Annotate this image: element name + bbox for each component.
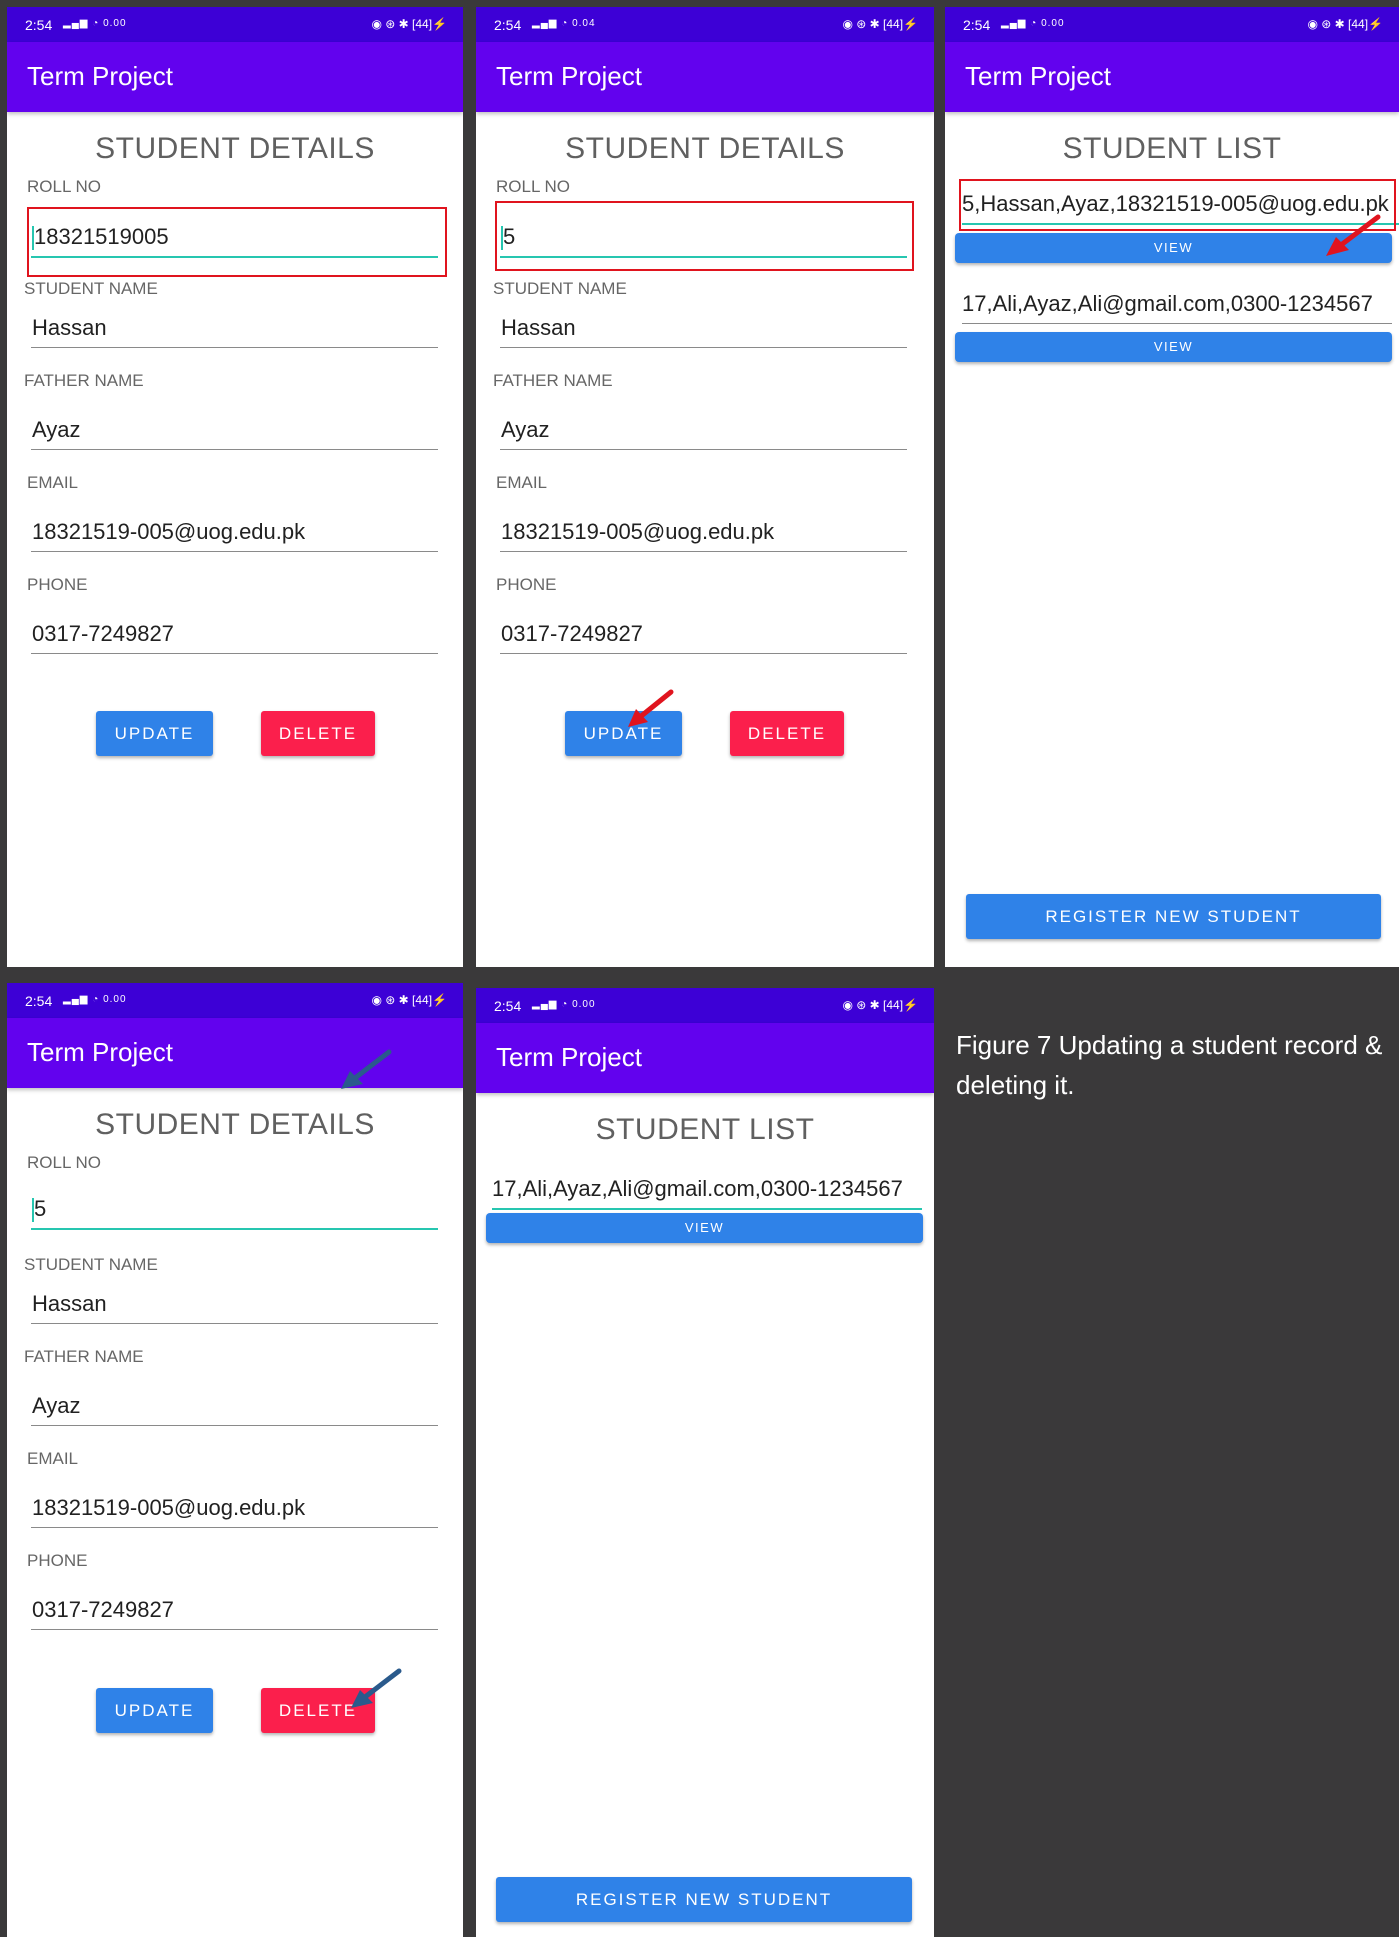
father-name-field[interactable]: Ayaz [500, 415, 907, 450]
screen-list-before: 2:54 ▂▄▆ ◔ 0.00 ◉ ⊛ ✱ [44]⚡ Term Project… [945, 7, 1399, 967]
phone-field[interactable]: 0317-7249827 [500, 619, 907, 654]
roll-no-label: ROLL NO [27, 1153, 102, 1172]
page-title: STUDENT DETAILS [95, 1108, 375, 1141]
view-button[interactable]: VIEW [486, 1213, 923, 1243]
status-bar: 2:54 ▂▄▆ ◔ 0.00 ◉ ⊛ ✱ [44]⚡ [476, 988, 934, 1023]
roll-no-label: ROLL NO [27, 177, 102, 196]
page-title: STUDENT LIST [1062, 132, 1282, 165]
battery-level: 44 [415, 17, 429, 31]
app-title: Term Project [27, 1037, 173, 1067]
father-name-label: FATHER NAME [24, 371, 144, 390]
email-label: EMAIL [27, 473, 79, 492]
red-arrow-icon [1326, 214, 1381, 256]
highlight-box [27, 207, 447, 277]
battery-level: 44 [886, 17, 900, 31]
status-bar: 2:54 ▂▄▆ ◔ 0.00 ◉ ⊛ ✱ [44]⚡ [7, 7, 463, 42]
student-name-field[interactable]: Hassan [31, 1289, 438, 1324]
signal-wifi-icons: ▂▄▆ ◔ 0.00 [63, 994, 127, 1005]
blue-arrow-icon [351, 1668, 402, 1708]
app-title: Term Project [496, 1042, 642, 1072]
list-item[interactable]: 17,Ali,Ayaz,Ali@gmail.com,0300-1234567 [962, 287, 1392, 324]
phone-label: PHONE [27, 575, 88, 594]
status-bar: 2:54 ▂▄▆ ◔ 0.00 ◉ ⊛ ✱ [44]⚡ [7, 983, 463, 1018]
screen-details-original: 2:54 ▂▄▆ ◔ 0.00 ◉ ⊛ ✱ [44]⚡ Term Project… [7, 7, 463, 967]
app-bar: Term Project [7, 42, 463, 112]
register-new-student-button[interactable]: REGISTER NEW STUDENT [966, 894, 1381, 939]
email-label: EMAIL [496, 473, 548, 492]
roll-no-value: 5 [34, 1196, 47, 1221]
status-time: 2:54 [963, 17, 991, 33]
student-name-label: STUDENT NAME [493, 279, 627, 298]
app-bar: Term Project [476, 42, 934, 112]
update-button[interactable]: UPDATE [96, 711, 213, 756]
email-field[interactable]: 18321519-005@uog.edu.pk [31, 517, 438, 552]
status-right-icons: ◉ ⊛ ✱ [44]⚡ [371, 993, 447, 1007]
status-time: 2:54 [494, 998, 522, 1014]
delete-button[interactable]: DELETE [730, 711, 844, 756]
phone-field[interactable]: 0317-7249827 [31, 619, 438, 654]
figure-caption: Figure 7 Updating a student record & del… [956, 1030, 1383, 1100]
roll-no-label: ROLL NO [496, 177, 571, 196]
email-label: EMAIL [27, 1449, 79, 1468]
update-button[interactable]: UPDATE [96, 1688, 213, 1733]
email-field[interactable]: 18321519-005@uog.edu.pk [31, 1493, 438, 1528]
status-right-icons: ◉ ⊛ ✱ [44]⚡ [371, 17, 447, 31]
status-right-icons: ◉ ⊛ ✱ [44]⚡ [842, 998, 918, 1012]
app-title: Term Project [965, 61, 1111, 91]
signal-wifi-icons: ▂▄▆ ◔ 0.00 [532, 999, 596, 1010]
red-arrow-icon [628, 689, 674, 727]
app-bar: Term Project [945, 42, 1399, 112]
student-name-field[interactable]: Hassan [31, 313, 438, 348]
view-button[interactable]: VIEW [955, 332, 1392, 362]
student-name-field[interactable]: Hassan [500, 313, 907, 348]
signal-wifi-icons: ▂▄▆ ◔ 0.04 [532, 18, 596, 29]
app-title: Term Project [27, 61, 173, 91]
blue-arrow-icon [341, 1049, 392, 1089]
student-name-label: STUDENT NAME [24, 279, 158, 298]
battery-level: 44 [886, 998, 900, 1012]
screen-details-edited: 2:54 ▂▄▆ ◔ 0.04 ◉ ⊛ ✱ [44]⚡ Term Project… [476, 7, 934, 967]
phone-label: PHONE [496, 575, 557, 594]
delete-button[interactable]: DELETE [261, 711, 375, 756]
page-title: STUDENT DETAILS [95, 132, 375, 165]
screen-details-delete: 2:54 ▂▄▆ ◔ 0.00 ◉ ⊛ ✱ [44]⚡ Term Project… [7, 983, 463, 1937]
status-right-icons: ◉ ⊛ ✱ [44]⚡ [842, 17, 918, 31]
father-name-field[interactable]: Ayaz [31, 1391, 438, 1426]
app-title: Term Project [496, 61, 642, 91]
student-name-label: STUDENT NAME [24, 1255, 158, 1274]
page-title: STUDENT DETAILS [565, 132, 845, 165]
screen-list-after: 2:54 ▂▄▆ ◔ 0.00 ◉ ⊛ ✱ [44]⚡ Term Project… [476, 988, 934, 1937]
phone-field[interactable]: 0317-7249827 [31, 1595, 438, 1630]
register-new-student-button[interactable]: REGISTER NEW STUDENT [496, 1877, 912, 1922]
roll-no-field[interactable]: 5 [31, 1194, 438, 1230]
status-time: 2:54 [25, 17, 53, 33]
list-item[interactable]: 17,Ali,Ayaz,Ali@gmail.com,0300-1234567 [492, 1172, 922, 1210]
status-bar: 2:54 ▂▄▆ ◔ 0.04 ◉ ⊛ ✱ [44]⚡ [476, 7, 934, 42]
battery-level: 44 [1351, 17, 1365, 31]
status-time: 2:54 [25, 993, 53, 1009]
status-bar: 2:54 ▂▄▆ ◔ 0.00 ◉ ⊛ ✱ [44]⚡ [945, 7, 1399, 42]
app-bar: Term Project [476, 1023, 934, 1093]
battery-level: 44 [415, 993, 429, 1007]
highlight-box [495, 201, 914, 271]
signal-wifi-icons: ▂▄▆ ◔ 0.00 [63, 18, 127, 29]
phone-label: PHONE [27, 1551, 88, 1570]
email-field[interactable]: 18321519-005@uog.edu.pk [500, 517, 907, 552]
status-time: 2:54 [494, 17, 522, 33]
signal-wifi-icons: ▂▄▆ ◔ 0.00 [1001, 18, 1065, 29]
page-title: STUDENT LIST [595, 1113, 815, 1146]
father-name-field[interactable]: Ayaz [31, 415, 438, 450]
father-name-label: FATHER NAME [493, 371, 613, 390]
status-right-icons: ◉ ⊛ ✱ [44]⚡ [1307, 17, 1383, 31]
father-name-label: FATHER NAME [24, 1347, 144, 1366]
